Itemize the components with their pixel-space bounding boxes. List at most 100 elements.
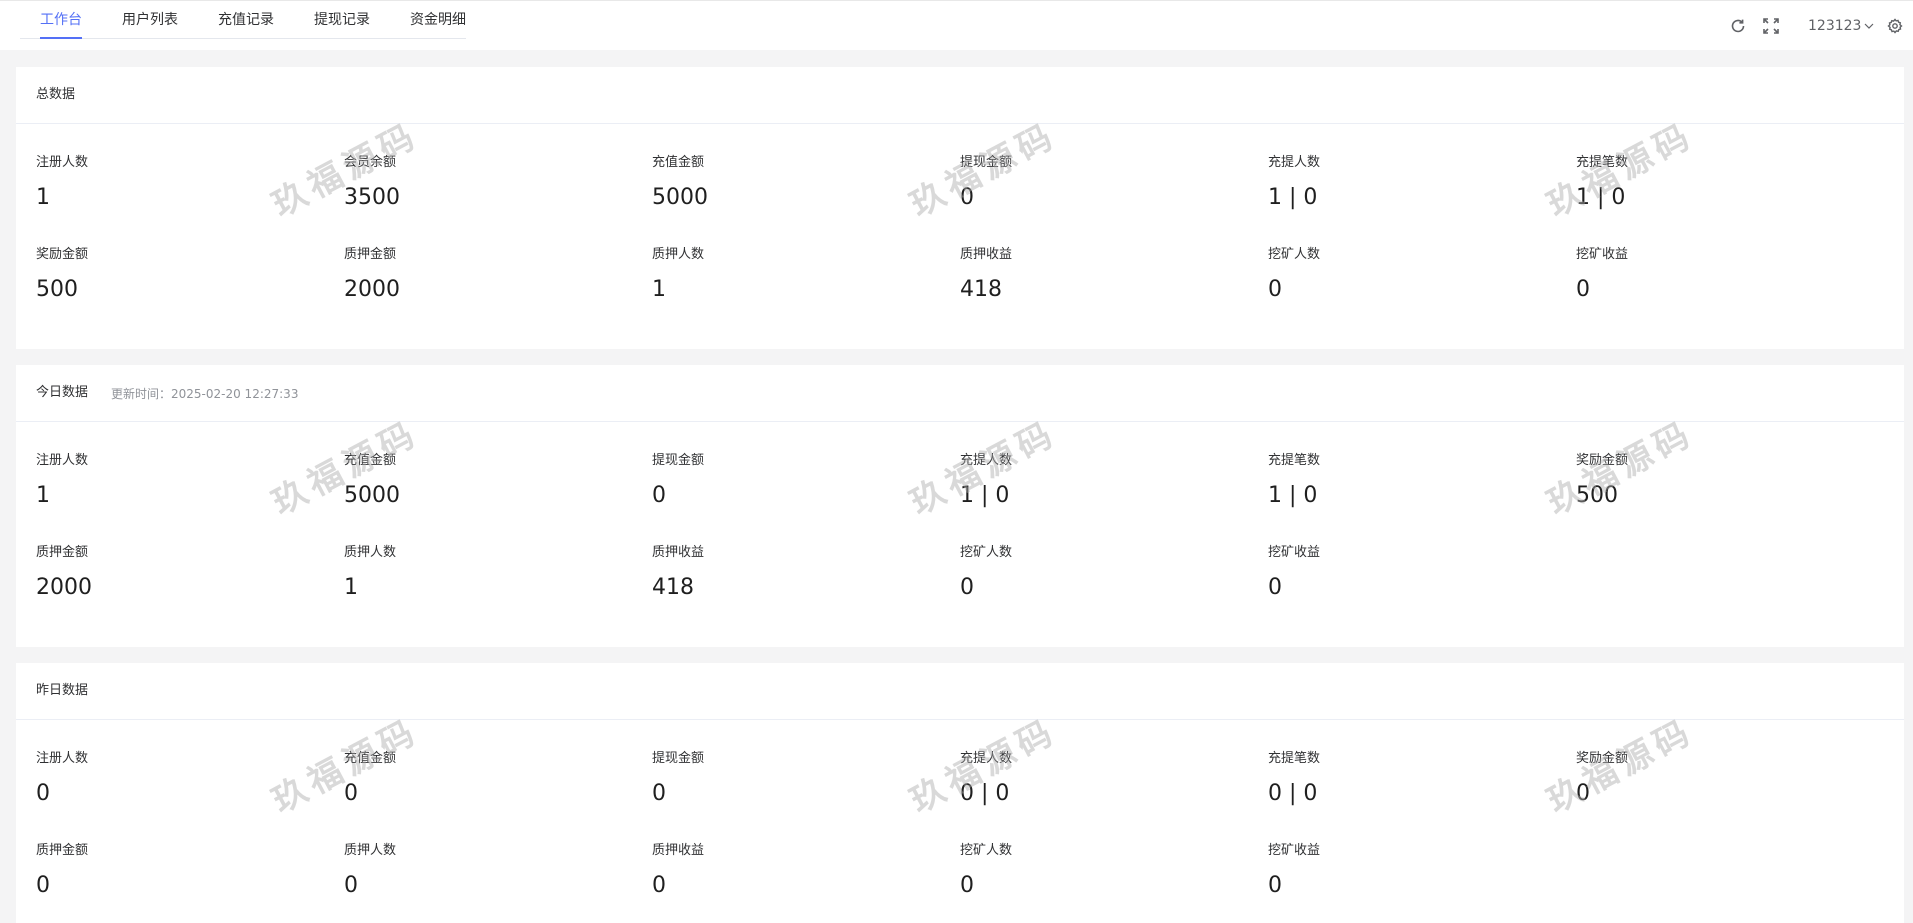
tab-withdraw-records[interactable]: 提现记录 — [314, 10, 370, 30]
refresh-icon[interactable] — [1729, 17, 1747, 35]
stat-value: 2000 — [344, 277, 400, 302]
stat-mining-users: 挖矿人数 0 — [960, 545, 1250, 601]
stat-value: 0 — [960, 575, 974, 600]
stat-reward-amount: 奖励金额 500 — [36, 247, 326, 303]
stat-deposit-withdraw-count: 充提笔数 1 | 0 — [1576, 155, 1866, 211]
stat-mining-income: 挖矿收益 0 — [1268, 545, 1558, 601]
card-title: 总数据 — [36, 87, 76, 102]
active-tab-indicator — [40, 37, 82, 39]
stat-label: 充提人数 — [960, 751, 1013, 766]
card-header: 今日数据 更新时间：2025-02-20 12:27:33 — [16, 365, 1904, 422]
stat-label: 质押人数 — [652, 247, 705, 262]
user-menu[interactable]: 123123 — [1808, 17, 1875, 35]
card-header: 昨日数据 — [16, 663, 1904, 720]
stat-label: 充提笔数 — [1268, 751, 1321, 766]
stat-value: 5000 — [344, 483, 400, 508]
stat-value: 0 — [1268, 575, 1282, 600]
stat-label: 质押收益 — [960, 247, 1013, 262]
stat-deposit-withdraw-users: 充提人数 1 | 0 — [960, 453, 1250, 509]
tab-recharge-records[interactable]: 充值记录 — [218, 10, 274, 30]
stat-recharge-amount: 充值金额 5000 — [652, 155, 942, 211]
stat-label: 挖矿收益 — [1576, 247, 1629, 262]
stat-label: 质押人数 — [344, 545, 397, 560]
stat-value: 0 — [960, 873, 974, 898]
gear-icon[interactable] — [1887, 18, 1903, 34]
stat-label: 质押金额 — [344, 247, 397, 262]
stat-value: 0 — [1268, 873, 1282, 898]
stat-label: 奖励金额 — [1576, 751, 1629, 766]
stat-value: 0 — [652, 483, 666, 508]
stat-pledge-users: 质押人数 1 — [652, 247, 942, 303]
stat-value: 500 — [36, 277, 78, 302]
stat-value: 1 — [652, 277, 666, 302]
stat-reward-amount: 奖励金额 0 — [1576, 751, 1866, 807]
stat-label: 会员余额 — [344, 155, 397, 170]
stat-deposit-withdraw-users: 充提人数 0 | 0 — [960, 751, 1250, 807]
stat-label: 质押收益 — [652, 545, 705, 560]
fullscreen-icon[interactable] — [1762, 17, 1780, 35]
stat-value: 1 | 0 — [1576, 185, 1626, 210]
stat-value: 0 — [652, 873, 666, 898]
stat-pledge-amount: 质押金额 2000 — [36, 545, 326, 601]
stat-label: 注册人数 — [36, 453, 89, 468]
stat-label: 挖矿收益 — [1268, 843, 1321, 858]
stat-recharge-amount: 充值金额 0 — [344, 751, 634, 807]
stat-register-count: 注册人数 0 — [36, 751, 326, 807]
stat-value: 0 — [36, 873, 50, 898]
stat-label: 充提人数 — [1268, 155, 1321, 170]
tab-user-list[interactable]: 用户列表 — [122, 10, 178, 30]
stat-pledge-income: 质押收益 418 — [652, 545, 942, 601]
total-data-card: 总数据 注册人数 1 会员余额 3500 充值金额 5000 提现金额 0 充提人数 1 … — [16, 67, 1904, 349]
stat-value: 1 — [36, 185, 50, 210]
stat-label: 质押收益 — [652, 843, 705, 858]
stat-value: 1 | 0 — [1268, 185, 1318, 210]
stat-label: 提现金额 — [960, 155, 1013, 170]
stat-pledge-income: 质押收益 418 — [960, 247, 1250, 303]
tab-fund-details[interactable]: 资金明细 — [410, 10, 466, 30]
stat-value: 3500 — [344, 185, 400, 210]
stat-recharge-amount: 充值金额 5000 — [344, 453, 634, 509]
stat-deposit-withdraw-count: 充提笔数 1 | 0 — [1268, 453, 1558, 509]
stat-value: 1 | 0 — [1268, 483, 1318, 508]
stat-label: 质押人数 — [344, 843, 397, 858]
stat-value: 0 — [36, 781, 50, 806]
stat-value: 500 — [1576, 483, 1618, 508]
stat-value: 0 — [1576, 277, 1590, 302]
update-time: 更新时间：2025-02-20 12:27:33 — [111, 387, 299, 401]
stat-mining-income: 挖矿收益 0 — [1268, 843, 1558, 899]
stat-label: 奖励金额 — [1576, 453, 1629, 468]
stat-label: 挖矿人数 — [960, 843, 1013, 858]
stat-value: 1 — [344, 575, 358, 600]
stat-value: 0 | 0 — [1268, 781, 1318, 806]
stat-value: 0 — [652, 781, 666, 806]
yesterday-data-card: 昨日数据 注册人数 0 充值金额 0 提现金额 0 充提人数 0 | 0 充提笔数 0 |… — [16, 663, 1904, 923]
stat-label: 充提笔数 — [1576, 155, 1629, 170]
stat-mining-users: 挖矿人数 0 — [1268, 247, 1558, 303]
stat-label: 充提笔数 — [1268, 453, 1321, 468]
stat-label: 挖矿人数 — [960, 545, 1013, 560]
stat-value: 2000 — [36, 575, 92, 600]
top-navbar: 工作台 用户列表 充值记录 提现记录 资金明细 123123 — [0, 0, 1913, 50]
stat-label: 提现金额 — [652, 453, 705, 468]
stat-pledge-amount: 质押金额 2000 — [344, 247, 634, 303]
stat-register-count: 注册人数 1 — [36, 453, 326, 509]
tab-workbench[interactable]: 工作台 — [40, 10, 82, 30]
stat-value: 0 — [344, 873, 358, 898]
stat-mining-income: 挖矿收益 0 — [1576, 247, 1866, 303]
stat-value: 5000 — [652, 185, 708, 210]
card-title: 今日数据 — [36, 385, 89, 400]
stat-label: 质押金额 — [36, 545, 89, 560]
stat-label: 质押金额 — [36, 843, 89, 858]
stat-mining-users: 挖矿人数 0 — [960, 843, 1250, 899]
stat-value: 1 — [36, 483, 50, 508]
stat-pledge-income: 质押收益 0 — [652, 843, 942, 899]
today-data-card: 今日数据 更新时间：2025-02-20 12:27:33 注册人数 1 充值金额… — [16, 365, 1904, 647]
stat-label: 奖励金额 — [36, 247, 89, 262]
stat-pledge-users: 质押人数 1 — [344, 545, 634, 601]
stat-label: 充值金额 — [652, 155, 705, 170]
stat-deposit-withdraw-users: 充提人数 1 | 0 — [1268, 155, 1558, 211]
stat-label: 注册人数 — [36, 155, 89, 170]
stat-pledge-amount: 质押金额 0 — [36, 843, 326, 899]
stat-value: 418 — [960, 277, 1002, 302]
stat-register-count: 注册人数 1 — [36, 155, 326, 211]
